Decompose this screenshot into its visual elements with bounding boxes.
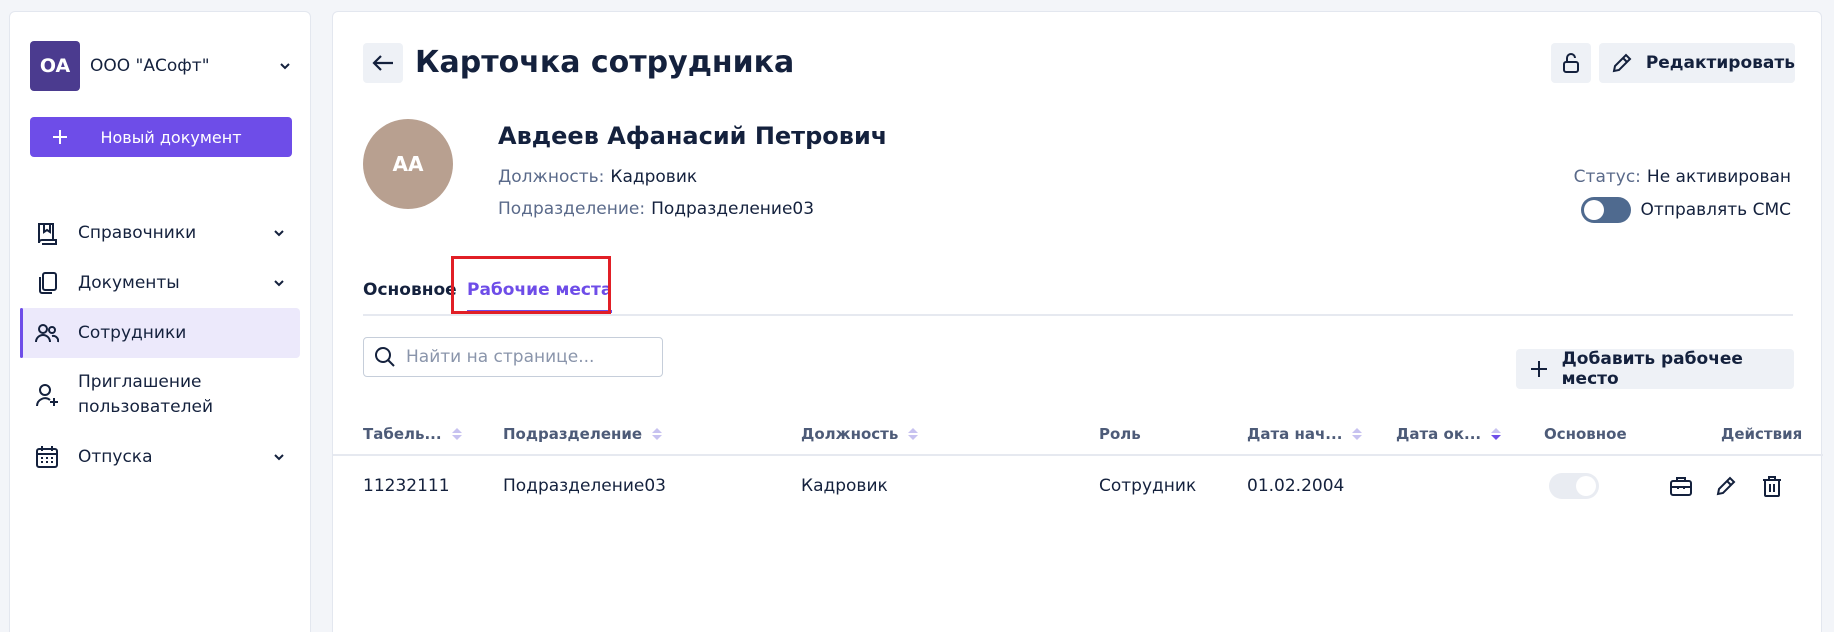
cell-department: Подразделение03: [503, 476, 666, 496]
org-switcher[interactable]: OA ООО "АСофт": [30, 41, 292, 91]
sidebar: OA ООО "АСофт" Новый документ Справочник…: [9, 11, 311, 632]
column-position[interactable]: Должность: [801, 425, 919, 443]
employee-department-row: Подразделение: Подразделение03: [498, 199, 814, 219]
plus-icon: [30, 128, 90, 146]
column-start-date[interactable]: Дата нач...: [1247, 425, 1363, 443]
table-header: Табель... Подразделение Должность Роль Д…: [333, 412, 1823, 456]
pencil-icon[interactable]: [1711, 471, 1741, 501]
sidebar-item-documents[interactable]: Документы: [20, 258, 300, 308]
column-label: Табель...: [363, 425, 442, 443]
sms-toggle[interactable]: [1580, 197, 1631, 223]
sort-icon: [908, 428, 919, 440]
sidebar-item-employees[interactable]: Сотрудники: [20, 308, 300, 358]
sidebar-item-label: Отпуска: [78, 446, 153, 467]
sort-icon: [1352, 428, 1363, 440]
chevron-down-icon: [274, 230, 284, 237]
column-actions: Действия: [1721, 425, 1802, 443]
sidebar-item-references[interactable]: Справочники: [20, 208, 300, 258]
cell-role: Сотрудник: [1099, 476, 1197, 496]
cell-tab-num: 11232111: [363, 476, 450, 496]
column-label: Роль: [1099, 425, 1141, 443]
add-workplace-button[interactable]: Добавить рабочее место: [1516, 349, 1794, 389]
status-value: Не активирован: [1646, 167, 1791, 187]
users-icon: [32, 318, 62, 348]
department-value: Подразделение03: [651, 199, 815, 219]
employee-avatar: АА: [363, 119, 453, 209]
org-avatar: OA: [30, 41, 80, 91]
column-label: Действия: [1721, 425, 1803, 443]
new-document-button[interactable]: Новый документ: [30, 117, 292, 157]
sidebar-item-label: Документы: [78, 272, 180, 293]
tab-main[interactable]: Основное: [363, 280, 457, 300]
column-primary: Основное: [1544, 425, 1627, 443]
trash-icon[interactable]: [1757, 471, 1787, 501]
column-tab-num[interactable]: Табель...: [363, 425, 462, 443]
column-label: Подразделение: [503, 425, 643, 443]
sidebar-item-vacations[interactable]: Отпуска: [20, 432, 300, 482]
column-end-date[interactable]: Дата ок...: [1396, 425, 1502, 443]
column-label: Дата нач...: [1247, 425, 1343, 443]
lock-button[interactable]: [1551, 43, 1591, 83]
edit-button[interactable]: Редактировать: [1599, 43, 1795, 83]
column-label: Должность: [801, 425, 899, 443]
sms-row: Отправлять СМС: [1580, 197, 1791, 223]
documents-icon: [32, 268, 62, 298]
pencil-icon: [1599, 52, 1646, 74]
cell-start-date: 01.02.2004: [1247, 476, 1345, 496]
tab-workplaces[interactable]: Рабочие места: [467, 280, 613, 313]
status-label: Статус:: [1573, 167, 1641, 187]
sidebar-item-label: Приглашение пользователей: [78, 372, 214, 417]
plus-icon: [1516, 360, 1562, 378]
cell-position: Кадровик: [801, 476, 888, 496]
status-row: Статус: Не активирован: [1574, 167, 1791, 187]
table-row: 11232111 Подразделение03 Кадровик Сотруд…: [333, 458, 1823, 516]
sms-label: Отправлять СМС: [1640, 200, 1791, 220]
sort-icon: [451, 428, 462, 440]
column-role: Роль: [1099, 425, 1141, 443]
lock-icon: [1563, 53, 1579, 73]
department-label: Подразделение:: [498, 199, 646, 219]
briefcase-icon[interactable]: [1666, 471, 1696, 501]
tabs: Основное Рабочие места: [363, 267, 1793, 316]
sidebar-item-label: Сотрудники: [78, 322, 187, 343]
main-panel: Карточка сотрудника Редактировать АА Авд…: [332, 11, 1823, 632]
arrow-left-icon: [372, 55, 393, 71]
sidebar-nav: Справочники Документы Сотрудники Приглаш…: [20, 208, 300, 482]
back-button[interactable]: [363, 43, 403, 83]
column-label: Основное: [1544, 425, 1627, 443]
org-name: ООО "АСофт": [90, 56, 210, 76]
employee-position-row: Должность: Кадровик: [498, 167, 697, 187]
user-plus-icon: [32, 380, 62, 410]
sidebar-item-invite-users[interactable]: Приглашение пользователей: [20, 358, 300, 432]
search-icon: [364, 346, 406, 368]
column-label: Дата ок...: [1396, 425, 1482, 443]
edit-button-label: Редактировать: [1645, 53, 1795, 73]
new-document-label: Новый документ: [100, 127, 242, 147]
sidebar-item-label: Справочники: [78, 222, 197, 243]
column-department[interactable]: Подразделение: [503, 425, 663, 443]
add-workplace-label: Добавить рабочее место: [1561, 349, 1743, 389]
sort-icon: [652, 428, 663, 440]
page-title: Карточка сотрудника: [415, 45, 795, 80]
calendar-icon: [32, 442, 62, 472]
chevron-down-icon: [280, 63, 290, 70]
search-input[interactable]: [406, 347, 662, 367]
employee-name: Авдеев Афанасий Петрович: [498, 122, 888, 150]
primary-toggle[interactable]: [1549, 473, 1599, 499]
search-field: [363, 337, 663, 377]
position-value: Кадровик: [610, 167, 698, 187]
book-icon: [32, 218, 62, 248]
position-label: Должность:: [498, 167, 605, 187]
chevron-down-icon: [274, 454, 284, 461]
chevron-down-icon: [274, 280, 284, 287]
sort-icon: [1491, 428, 1502, 440]
